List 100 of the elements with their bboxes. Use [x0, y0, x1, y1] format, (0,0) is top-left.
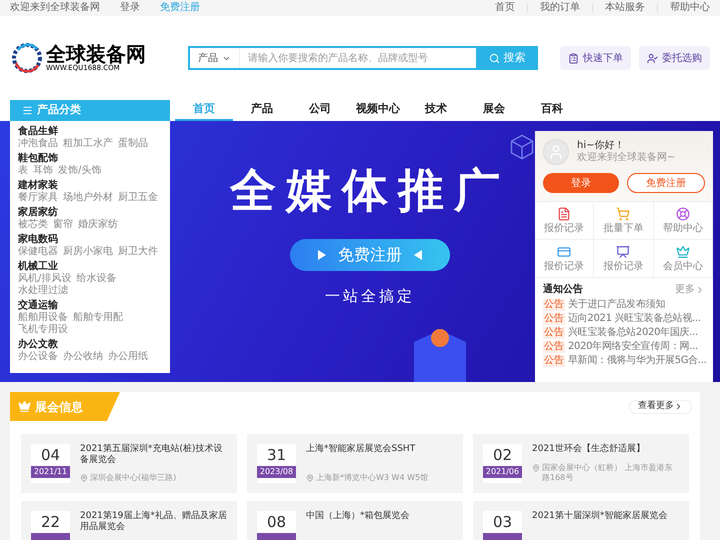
exhibition-card[interactable]: 02 2021/06 2021世环会【生态舒适展】 国家会展中心（虹桥） 上海市盈港东路168号	[473, 434, 689, 493]
nav-tab[interactable]: 技术	[407, 100, 465, 121]
exhibition-card[interactable]: 03 2021第十届深圳*智能家居展览会	[473, 501, 689, 540]
top-link[interactable]: 我的订单	[540, 3, 580, 13]
welcome-text: 欢迎来到全球装备网~	[577, 152, 676, 164]
top-link[interactable]: 本站服务	[605, 3, 645, 13]
exhibition-card[interactable]: 08 中国（上海）*箱包展览会	[247, 501, 463, 540]
crown-icon	[18, 400, 31, 413]
nav-tab[interactable]: 视频中心	[349, 100, 407, 121]
subcategory-link[interactable]: 船舶专用配	[73, 312, 123, 324]
gear-logo-icon	[10, 41, 44, 75]
nav-tab[interactable]: 百科	[523, 100, 581, 121]
shortcut-item[interactable]: 报价记录	[535, 240, 594, 278]
exhibition-date: 2021/11	[31, 466, 70, 478]
subcategory-link[interactable]: 表	[18, 165, 28, 177]
category-dropdown[interactable]: 产品	[190, 48, 240, 68]
category-title[interactable]: 机械工业	[18, 260, 162, 273]
help-icon	[676, 207, 690, 221]
exhibition-day: 08	[257, 511, 296, 533]
notice-link[interactable]: 迈向2021 兴旺宝装备总站视...	[568, 313, 701, 325]
category-title[interactable]: 家居家纺	[18, 206, 162, 219]
subcategory-link[interactable]: 场地户外材	[63, 192, 113, 204]
exhibition-title: 2021第19届上海*礼品、赠品及家居用品展览会	[80, 511, 227, 533]
view-more-button[interactable]: 查看更多	[629, 400, 692, 414]
subcategory-link[interactable]: 蛋制品	[118, 138, 148, 150]
category-header[interactable]: 产品分类	[10, 100, 170, 121]
exhibition-date: 2021/06	[483, 466, 522, 478]
exhibition-day: 02	[483, 444, 522, 466]
silhouette-icon	[548, 144, 564, 160]
top-link[interactable]: 免费注册	[160, 3, 200, 13]
subcategory-link[interactable]: 厨房小家电	[63, 246, 113, 258]
login-button[interactable]: 登录	[543, 173, 619, 193]
subcategory-link[interactable]: 婚庆家纺	[78, 219, 118, 231]
subcategory-link[interactable]: 办公收纳	[63, 351, 103, 363]
exhibition-card[interactable]: 31 2023/08 上海*智能家居展览会SSHT 上海新*博览中心W3 W4 W5馆	[247, 434, 463, 493]
subcategory-link[interactable]: 耳饰	[33, 165, 53, 177]
top-link[interactable]: 首页	[495, 3, 515, 13]
welcome-text: 欢迎来到全球装备网	[10, 3, 100, 13]
pin-icon	[306, 474, 314, 482]
exhibition-day: 22	[31, 511, 70, 533]
nav-tab[interactable]: 公司	[291, 100, 349, 121]
exhibition-title: 上海*智能家居展览会SSHT	[306, 444, 416, 455]
menu-icon	[22, 105, 33, 116]
search-button[interactable]: 搜索	[476, 46, 538, 70]
exhibition-title: 2021第十届深圳*智能家居展览会	[532, 511, 668, 522]
top-link[interactable]: 帮助中心	[670, 3, 710, 13]
top-link[interactable]: 登录	[120, 3, 140, 13]
subcategory-link[interactable]: 船舶用设备	[18, 312, 68, 324]
nav-tab[interactable]: 展会	[465, 100, 523, 121]
register-button[interactable]: 免费注册	[627, 173, 705, 193]
header-button[interactable]: 委托选购	[639, 46, 710, 70]
subcategory-link[interactable]: 餐厅家具	[18, 192, 58, 204]
shortcut-item[interactable]: 会员中心	[654, 240, 713, 278]
subcategory-link[interactable]: 被芯类	[18, 219, 48, 231]
exhibition-card[interactable]: 04 2021/11 2021第五届深圳*充电站(桩)技术设备展览会 深圳会展中心(福华三路)	[21, 434, 237, 493]
shortcut-item[interactable]: 报价记录	[535, 202, 594, 240]
card-icon	[557, 245, 572, 259]
subcategory-link[interactable]: 厨卫五金	[118, 192, 158, 204]
exhibition-location: 深圳会展中心(福华三路)	[90, 473, 176, 483]
register-banner-button[interactable]: 免费注册	[290, 239, 450, 271]
nav-tab[interactable]: 产品	[233, 100, 291, 121]
exhibitions-title: 展会信息	[35, 398, 83, 416]
subcategory-link[interactable]: 窗帘	[53, 219, 73, 231]
shortcut-item[interactable]: 批量下单	[594, 202, 654, 240]
exhibition-day: 31	[257, 444, 296, 466]
exhibition-day: 03	[483, 511, 522, 533]
header-button[interactable]: 快速下单	[560, 46, 631, 70]
category-title[interactable]: 办公文教	[18, 338, 162, 351]
exhibition-date: 2023/08	[257, 466, 296, 478]
pin-icon	[80, 474, 88, 482]
category-title[interactable]: 食品生鲜	[18, 125, 162, 138]
subcategory-link[interactable]: 冲泡食品	[18, 138, 58, 150]
subcategory-link[interactable]: 给水设备	[76, 273, 116, 285]
subcategory-link[interactable]: 水处理过滤	[18, 285, 68, 297]
category-title[interactable]: 交通运输	[18, 299, 162, 312]
shortcut-item[interactable]: 帮助中心	[654, 202, 713, 240]
subcategory-link[interactable]: 办公设备	[18, 351, 58, 363]
notice-link[interactable]: 兴旺宝装备总站2020年国庆...	[568, 327, 698, 339]
notice-link[interactable]: 关于进口产品发布须知	[568, 299, 666, 311]
subcategory-link[interactable]: 保健电器	[18, 246, 58, 258]
more-link[interactable]: 更多	[675, 282, 705, 297]
exhibition-card[interactable]: 22 2021第19届上海*礼品、赠品及家居用品展览会	[21, 501, 237, 540]
category-title[interactable]: 鞋包配饰	[18, 152, 162, 165]
category-title[interactable]: 建材家装	[18, 179, 162, 192]
exhibition-title: 2021世环会【生态舒适展】	[532, 444, 646, 455]
category-title[interactable]: 家电数码	[18, 233, 162, 246]
notice-link[interactable]: 早新闻：俄将与华为开展5G合...	[568, 355, 707, 367]
banner-headline: 全媒体推广	[230, 167, 510, 213]
notice-tag: 公告	[543, 341, 565, 353]
notices-title: 通知公告	[543, 282, 583, 297]
search-field[interactable]: 产品 请输入你要搜索的产品名称、品牌或型号 搜索	[188, 46, 538, 70]
subcategory-link[interactable]: 风机/排风设	[18, 273, 72, 285]
subcategory-link[interactable]: 厨卫大件	[118, 246, 158, 258]
subcategory-link[interactable]: 粗加工水产	[63, 138, 113, 150]
subcategory-link[interactable]: 发饰/头饰	[58, 165, 102, 177]
notice-tag: 公告	[543, 313, 565, 325]
shortcut-item[interactable]: 报价记录	[594, 240, 654, 278]
notice-link[interactable]: 2020年网络安全宣传周：网...	[568, 341, 698, 353]
subcategory-link[interactable]: 办公用纸	[108, 351, 148, 363]
subcategory-link[interactable]: 飞机专用设	[18, 324, 68, 336]
